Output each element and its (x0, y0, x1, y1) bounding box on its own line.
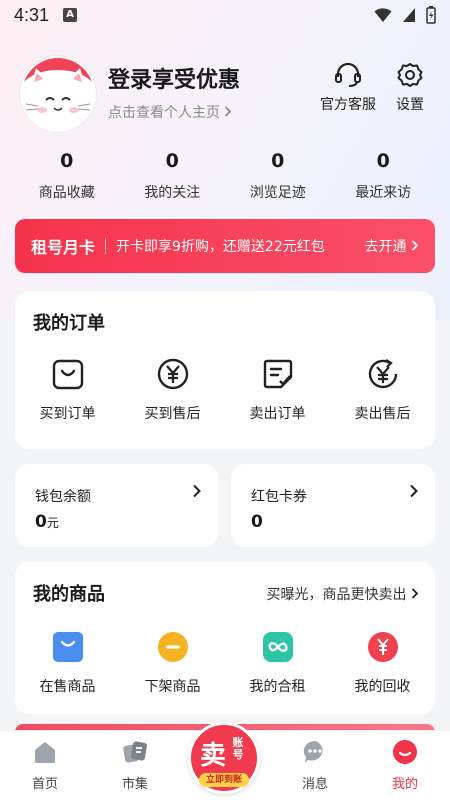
stat-label: 浏览足迹 (249, 185, 306, 201)
chevron-right-icon (411, 588, 419, 599)
yen-refresh-icon (368, 359, 397, 389)
order-label: 卖出订单 (249, 406, 306, 422)
gear-icon (397, 63, 423, 87)
goods-title: 我的商品 (33, 584, 105, 605)
settings-label: 设置 (396, 97, 424, 113)
stat-favorites[interactable]: 0 商品收藏 (14, 150, 120, 206)
recycle-icon (367, 632, 398, 662)
tab-label: 首页 (31, 777, 58, 792)
orders-title: 我的订单 (33, 313, 105, 334)
promo-divider (105, 238, 107, 254)
order-note-icon (263, 359, 292, 389)
coupon-label: 红包卡券 (251, 489, 307, 505)
order-label: 买到售后 (144, 406, 201, 422)
off-shelf-icon (157, 632, 188, 662)
tab-mine[interactable]: 我的 (360, 731, 450, 800)
promo-cta-label: 去开通 (364, 239, 407, 255)
buy-exposure-link[interactable]: 买曝光，商品更快卖出 (267, 584, 419, 604)
goods-recycle[interactable]: 我的回收 (330, 630, 435, 696)
notification-badge: A (63, 8, 78, 22)
chevron-right-icon (411, 240, 419, 251)
order-sold-aftersale[interactable]: 卖出售后 (330, 357, 435, 423)
market-icon (123, 741, 147, 763)
goods-label: 在售商品 (39, 679, 96, 695)
profile-link-label: 点击查看个人主页 (108, 105, 220, 121)
sell-side-label: 账号 (232, 736, 244, 761)
order-sold[interactable]: 卖出订单 (225, 357, 330, 423)
profile-page-link[interactable]: 点击查看个人主页 (108, 102, 232, 122)
coupon-card[interactable]: 红包卡券 0 (231, 464, 435, 547)
promo-description: 开卡即享9折购，还赠送22元红包 (116, 239, 325, 255)
avatar[interactable] (20, 56, 96, 132)
goods-grid: 在售商品 下架商品 我的合租 我的回收 (15, 630, 435, 696)
wallet-balance-value: 0元 (35, 512, 59, 532)
stat-label: 商品收藏 (38, 185, 95, 201)
stat-value: 0 (271, 150, 285, 172)
login-prompt[interactable]: 登录享受优惠 (108, 62, 240, 94)
share-rent-icon (262, 632, 293, 662)
customer-service-label: 官方客服 (320, 97, 376, 113)
orders-grid: 买到订单 买到售后 卖出订单 卖出售后 (15, 357, 435, 423)
order-bought-aftersale[interactable]: 买到售后 (120, 357, 225, 423)
chevron-right-icon (410, 484, 418, 498)
order-bought[interactable]: 买到订单 (15, 357, 120, 423)
chevron-right-icon (193, 484, 201, 498)
sell-main-label: 卖 (200, 741, 226, 771)
stat-label: 最近来访 (355, 185, 412, 201)
monthly-card-banner[interactable]: 租号月卡 开卡即享9折购，还赠送22元红包 去开通 (15, 219, 435, 273)
orders-card: 我的订单 买到订单 买到售后 卖出订单 卖出售后 (15, 291, 435, 449)
tab-home[interactable]: 首页 (0, 731, 90, 800)
headset-icon (335, 62, 361, 87)
stat-value: 0 (165, 150, 179, 172)
stat-history[interactable]: 0 浏览足迹 (225, 150, 331, 206)
goods-card: 我的商品 买曝光，商品更快卖出 在售商品 下架商品 我的合租 我的回收 (15, 562, 435, 714)
status-time: 4:31 (14, 4, 50, 25)
stat-following[interactable]: 0 我的关注 (120, 150, 226, 206)
goods-label: 下架商品 (144, 679, 201, 695)
tab-label: 消息 (301, 777, 328, 792)
tab-label: 我的 (391, 777, 418, 792)
on-sale-icon (52, 632, 83, 662)
goods-on-sale[interactable]: 在售商品 (15, 630, 120, 696)
order-label: 买到订单 (39, 406, 96, 422)
status-bar: 4:31 A (0, 0, 450, 30)
wallet-balance-label: 钱包余额 (35, 489, 91, 505)
balance-unit: 元 (46, 516, 59, 530)
message-icon (303, 740, 323, 763)
profile-header: 登录享受优惠 点击查看个人主页 官方客服 设置 (20, 56, 430, 132)
coupon-value: 0 (251, 512, 263, 532)
wallet-balance-card[interactable]: 钱包余额 0元 (15, 464, 218, 547)
stats-row: 0 商品收藏 0 我的关注 0 浏览足迹 0 最近来访 (14, 150, 436, 206)
bag-icon (52, 359, 83, 390)
promo-title: 租号月卡 (31, 238, 96, 257)
settings-button[interactable]: 设置 (396, 62, 424, 114)
stat-value: 0 (376, 150, 390, 172)
battery-icon (426, 6, 436, 24)
chevron-right-icon (225, 106, 232, 117)
customer-service-button[interactable]: 官方客服 (320, 62, 376, 114)
stat-label: 我的关注 (144, 185, 201, 201)
goods-label: 我的合租 (249, 679, 306, 695)
yen-circle-icon (157, 358, 188, 390)
goods-off-shelf[interactable]: 下架商品 (120, 630, 225, 696)
stat-value: 0 (60, 150, 74, 172)
signal-icon (403, 8, 415, 22)
sell-account-button[interactable]: 卖 账号 立即到账 (188, 722, 260, 794)
tab-market[interactable]: 市集 (90, 731, 180, 800)
stat-visitors[interactable]: 0 最近来访 (331, 150, 437, 206)
goods-share-rent[interactable]: 我的合租 (225, 630, 330, 696)
sell-tag: 立即到账 (199, 773, 249, 787)
cat-avatar-icon (22, 58, 94, 130)
buy-exposure-label: 买曝光，商品更快卖出 (266, 587, 407, 603)
balance-amount: 0 (35, 512, 47, 532)
tab-messages[interactable]: 消息 (270, 731, 360, 800)
order-label: 卖出售后 (354, 406, 411, 422)
home-icon (35, 742, 55, 763)
goods-label: 我的回收 (354, 679, 411, 695)
tab-label: 市集 (121, 777, 148, 792)
promo-cta[interactable]: 去开通 (365, 236, 419, 256)
wifi-icon (374, 8, 392, 22)
profile-icon (393, 740, 417, 764)
